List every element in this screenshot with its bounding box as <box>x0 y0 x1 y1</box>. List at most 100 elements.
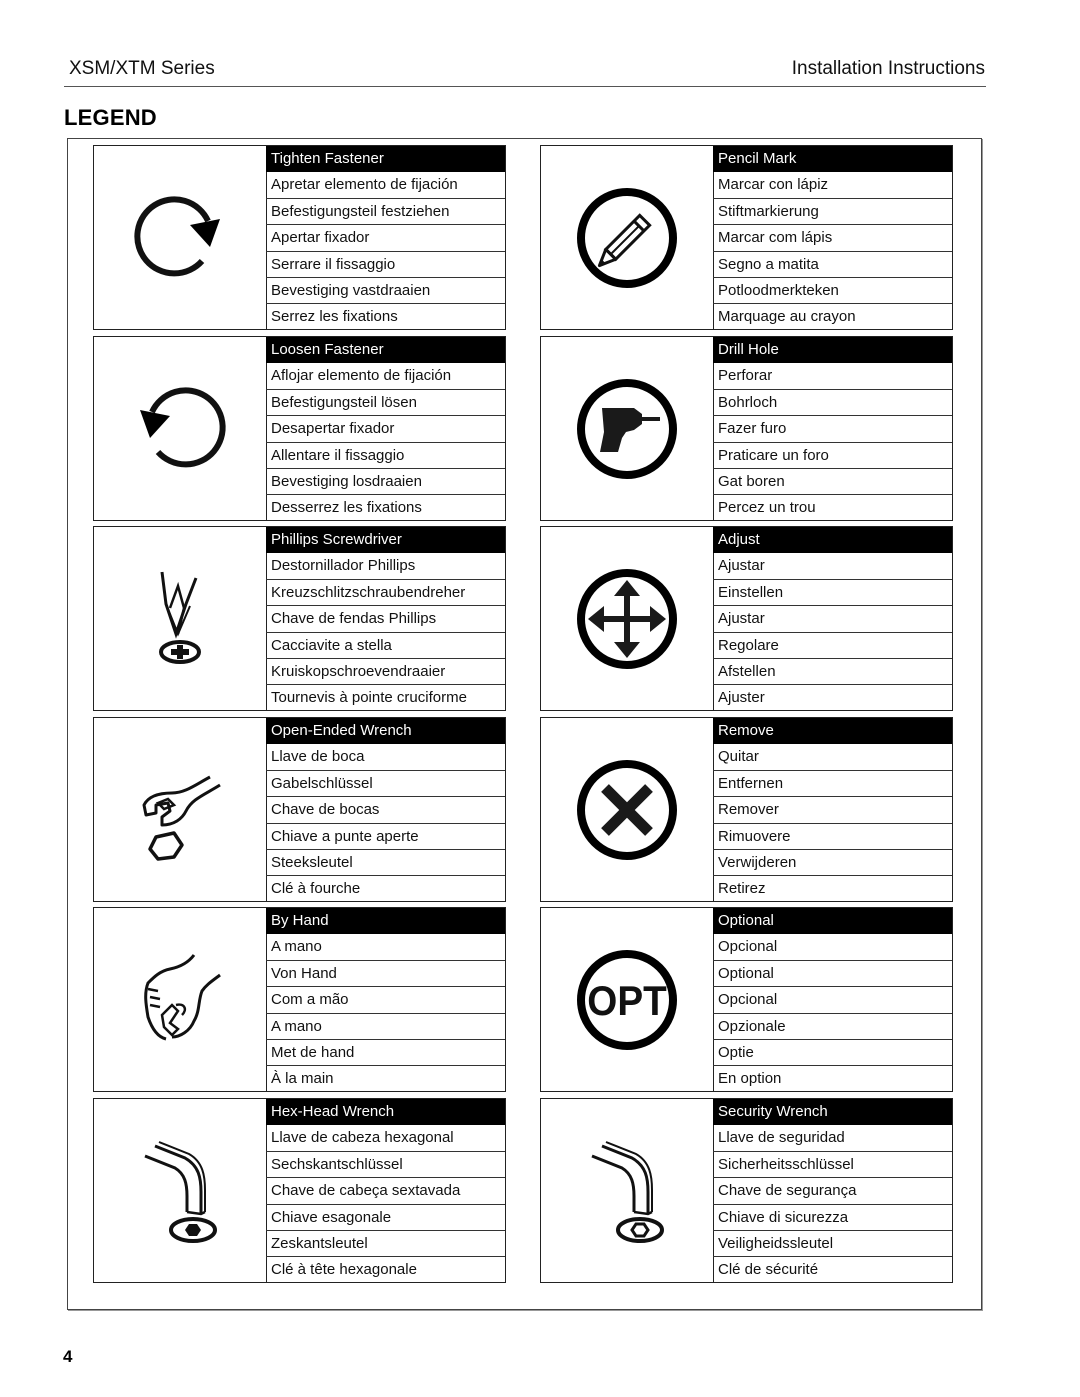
translation-cell: À la main <box>271 1070 334 1088</box>
translation-cell: Fazer furo <box>713 416 952 443</box>
icon-cell <box>94 908 267 1091</box>
icon-cell <box>94 718 267 901</box>
translation-cell: Befestigungsteil lösen <box>266 390 505 417</box>
hex-head-wrench-icon <box>144 1140 217 1243</box>
translation-cell: Chave de fendas Phillips <box>266 606 505 633</box>
series-title: XSM/XTM Series <box>69 58 215 79</box>
remove-icon <box>577 759 677 860</box>
translation-cell: Potloodmerkteken <box>713 278 952 305</box>
translation-cell: Bevestiging losdraaien <box>266 469 505 496</box>
header-divider <box>64 86 986 87</box>
translation-cell: Veiligheidssleutel <box>713 1231 952 1258</box>
translation-cell: Kruiskopschroevendraaier <box>266 659 505 686</box>
translation-cell: Rimuovere <box>713 824 952 850</box>
legend-title-cell: Remove <box>713 718 952 745</box>
translation-cell: Apertar fixador <box>266 225 505 252</box>
translation-cell: Tournevis à pointe cruciforme <box>271 689 467 707</box>
legend-title-cell: By Hand <box>266 908 505 935</box>
translation-cell: Serrez les fixations <box>271 308 398 326</box>
legend-card-pencil-mark: Pencil Mark Marcar con lápiz Stiftmarkie… <box>540 145 953 330</box>
legend-card-loosen-fastener: Loosen Fastener Aflojar elemento de fija… <box>93 336 506 521</box>
icon-cell: OPT <box>541 908 714 1091</box>
legend-title-cell: Open-Ended Wrench <box>266 718 505 745</box>
translation-cell: Chiave di sicurezza <box>713 1205 952 1231</box>
translation-cell: Sechskantschlüssel <box>266 1152 505 1179</box>
icon-cell <box>541 1099 714 1282</box>
translation-cell: Opcional <box>713 987 952 1014</box>
optional-icon: OPT <box>577 949 677 1050</box>
optional-icon-text: OPT <box>587 976 667 1024</box>
translation-cell: Bohrloch <box>713 390 952 417</box>
open-ended-wrench-icon <box>142 775 221 861</box>
translation-cell: Cacciavite a stella <box>266 633 505 659</box>
icon-cell <box>94 146 267 329</box>
legend-card-tighten-fastener: Tighten Fastener Apretar elemento de fij… <box>93 145 506 330</box>
translation-cell: Chiave esagonale <box>266 1205 505 1231</box>
translation-cell: Sicherheitsschlüssel <box>713 1152 952 1179</box>
translation-cell: Clé à fourche <box>271 880 361 898</box>
translation-cell: Clé de sécurité <box>718 1261 819 1279</box>
legend-title-cell: Optional <box>713 908 952 935</box>
legend-card-hex-head-wrench: Hex-Head Wrench Llave de cabeza hexagona… <box>93 1098 506 1283</box>
translation-cell: Befestigungsteil festziehen <box>266 199 505 226</box>
pencil-mark-icon <box>577 187 677 288</box>
translation-cell: Afstellen <box>713 659 952 686</box>
document-type: Installation Instructions <box>791 58 985 79</box>
legend-title-cell: Drill Hole <box>713 337 952 364</box>
icon-cell <box>94 337 267 520</box>
translation-cell: Serrare il fissaggio <box>266 252 505 278</box>
legend-card-remove: Remove Quitar Entfernen Remover Rimuover… <box>540 717 953 902</box>
translation-cell: Praticare un foro <box>713 443 952 469</box>
legend-card-open-ended-wrench: Open-Ended Wrench Llave de boca Gabelsch… <box>93 717 506 902</box>
legend-title-cell: Tighten Fastener <box>266 146 505 173</box>
translation-cell: Chave de bocas <box>266 797 505 824</box>
legend-title-cell: Phillips Screwdriver <box>266 527 505 554</box>
legend-card-security-wrench: Security Wrench Llave de seguridad Siche… <box>540 1098 953 1283</box>
translation-cell: Gabelschlüssel <box>266 771 505 798</box>
legend-title-cell: Pencil Mark <box>713 146 952 173</box>
translation-cell: Percez un trou <box>718 499 816 517</box>
legend-card-adjust: Adjust Ajustar Einstellen Ajustar Regola… <box>540 526 953 711</box>
translation-cell: Marcar com lápis <box>713 225 952 252</box>
translation-cell: Regolare <box>713 633 952 659</box>
legend-title-cell: Security Wrench <box>713 1099 952 1126</box>
translation-cell: Clé à tête hexagonale <box>271 1261 417 1279</box>
translation-cell: Marquage au crayon <box>718 308 856 326</box>
legend-card-optional: OPT Optional Opcional Optional Opcional … <box>540 907 953 1092</box>
translation-cell: Optie <box>713 1040 952 1067</box>
translation-cell: Retirez <box>718 880 766 898</box>
legend-heading: LEGEND <box>64 105 157 130</box>
translation-cell: Ajuster <box>718 689 765 707</box>
icon-cell <box>541 527 714 710</box>
translation-cell: Opzionale <box>713 1014 952 1040</box>
legend-title-cell: Adjust <box>713 527 952 554</box>
translation-cell: Allentare il fissaggio <box>266 443 505 469</box>
translation-cell: Met de hand <box>266 1040 505 1067</box>
legend-title-cell: Hex-Head Wrench <box>266 1099 505 1126</box>
loosen-fastener-icon <box>140 386 226 467</box>
by-hand-icon <box>144 953 221 1040</box>
icon-cell <box>541 146 714 329</box>
translation-cell: Einstellen <box>713 580 952 607</box>
translation-cell: Apretar elemento de fijación <box>266 172 505 199</box>
security-wrench-icon <box>591 1140 664 1243</box>
drill-hole-icon <box>577 378 677 479</box>
translation-cell: Marcar con lápiz <box>713 172 952 199</box>
translation-cell: Entfernen <box>713 771 952 798</box>
icon-cell <box>94 527 267 710</box>
icon-cell <box>541 337 714 520</box>
translation-cell: En option <box>718 1070 782 1088</box>
translation-cell: A mano <box>266 934 505 961</box>
icon-cell <box>94 1099 267 1282</box>
translation-cell: Stiftmarkierung <box>713 199 952 226</box>
translation-cell: Zeskantsleutel <box>266 1231 505 1258</box>
translation-cell: Destornillador Phillips <box>266 553 505 580</box>
legend-card-by-hand: By Hand A mano Von Hand Com a mão A mano… <box>93 907 506 1092</box>
translation-cell: Llave de boca <box>266 744 505 771</box>
legend-title-cell: Loosen Fastener <box>266 337 505 364</box>
translation-cell: Com a mão <box>266 987 505 1014</box>
translation-cell: Aflojar elemento de fijación <box>266 363 505 390</box>
legend-card-phillips-screwdriver: Phillips Screwdriver Destornillador Phil… <box>93 526 506 711</box>
legend-card-drill-hole: Drill Hole Perforar Bohrloch Fazer furo … <box>540 336 953 521</box>
translation-cell: Perforar <box>713 363 952 390</box>
